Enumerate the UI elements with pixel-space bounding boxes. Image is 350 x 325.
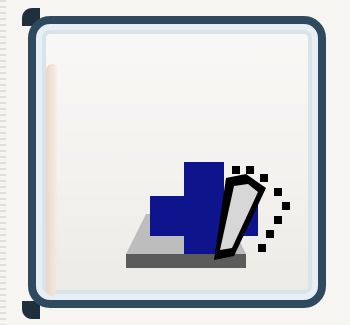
toolbar-button[interactable] (28, 16, 326, 308)
button-icon (106, 144, 306, 284)
button-left-highlight (46, 64, 58, 296)
enlarged-toolbar-button-screenshot (0, 0, 350, 325)
left-edge-ticks (0, 0, 6, 325)
plus-with-eraser-icon (126, 162, 290, 268)
